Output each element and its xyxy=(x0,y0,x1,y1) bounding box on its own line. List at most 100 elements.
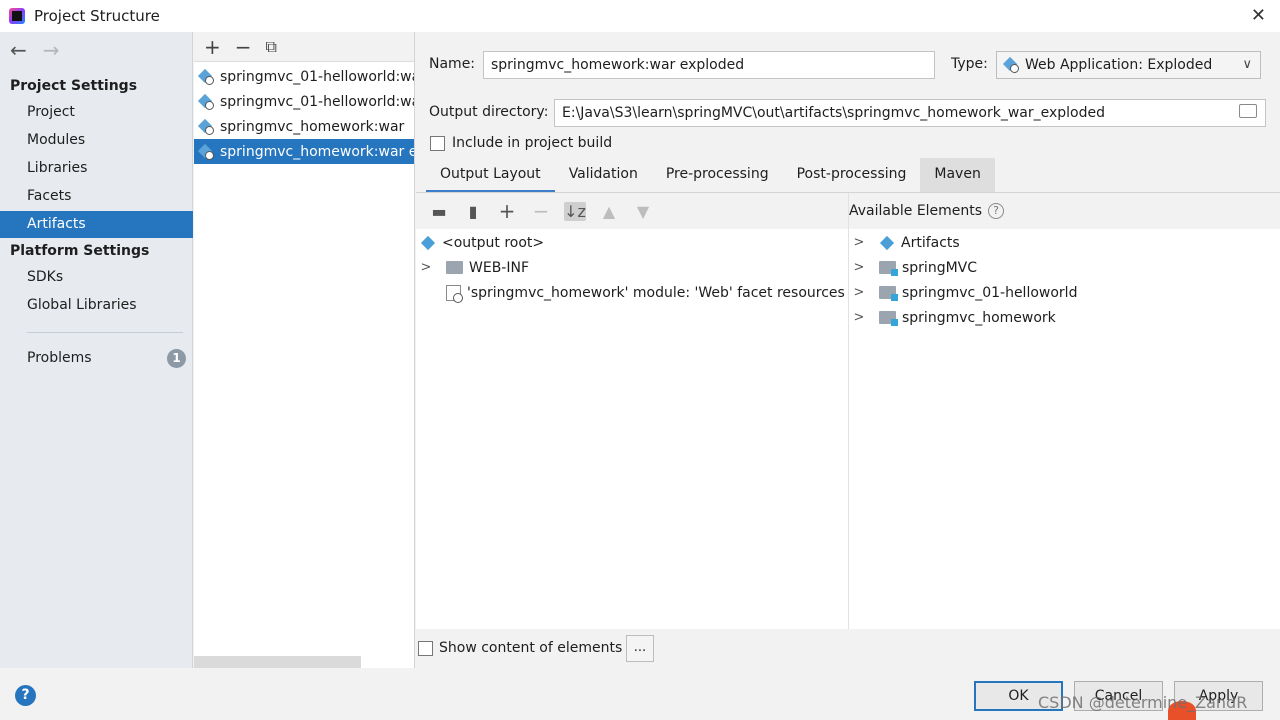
output-layout-area: ▬ ▮ + − ↓z ▲ ▼ Available Elements ? <out… xyxy=(416,193,1280,629)
artifact-item[interactable]: springmvc_01-helloworld:war xyxy=(194,64,415,89)
output-root-row[interactable]: <output root> xyxy=(420,230,544,255)
nav-item-project[interactable]: Project xyxy=(0,99,193,126)
help-icon[interactable]: ? xyxy=(15,685,36,706)
problems-label: Problems xyxy=(27,350,92,366)
close-icon[interactable]: ✕ xyxy=(1251,5,1266,26)
artifact-list: springmvc_01-helloworld:war springmvc_01… xyxy=(194,64,415,164)
output-root-label: <output root> xyxy=(442,234,545,251)
horizontal-scrollbar[interactable] xyxy=(194,656,361,668)
output-directory-value: E:\Java\S3\learn\springMVC\out\artifacts… xyxy=(562,105,1105,121)
nav-item-modules[interactable]: Modules xyxy=(0,127,193,154)
nav-item-global-libraries[interactable]: Global Libraries xyxy=(0,292,193,319)
nav-divider xyxy=(27,332,183,333)
move-down-icon[interactable]: ▼ xyxy=(632,202,654,221)
output-directory-field[interactable]: E:\Java\S3\learn\springMVC\out\artifacts… xyxy=(554,99,1266,127)
nav-item-artifacts[interactable]: Artifacts xyxy=(0,211,193,238)
tree-row-facet-resources[interactable]: 'springmvc_homework' module: 'Web' facet… xyxy=(446,280,845,305)
tab-validation[interactable]: Validation xyxy=(555,158,652,193)
available-elements-header: Available Elements ? xyxy=(849,193,1280,229)
remove-icon[interactable]: − xyxy=(530,199,552,223)
web-artifact-icon xyxy=(198,69,214,85)
tab-post-processing[interactable]: Post-processing xyxy=(783,158,921,193)
chevron-down-icon: ∨ xyxy=(1242,57,1252,72)
artifact-label: springmvc_homework:war exploded xyxy=(220,143,414,160)
artifact-item[interactable]: springmvc_homework:war xyxy=(194,114,414,139)
type-value: Web Application: Exploded xyxy=(1025,57,1213,73)
artifact-editor: Name: springmvc_homework:war exploded Ty… xyxy=(416,32,1280,668)
artifacts-icon xyxy=(879,235,895,251)
web-facet-icon xyxy=(446,284,463,303)
available-label: Artifacts xyxy=(901,234,960,251)
name-label: Name: xyxy=(429,56,476,72)
nav-item-facets[interactable]: Facets xyxy=(0,183,193,210)
tab-maven[interactable]: Maven xyxy=(920,158,995,193)
help-icon[interactable]: ? xyxy=(988,203,1005,219)
more-options-button[interactable]: ... xyxy=(626,635,654,662)
web-artifact-icon xyxy=(1003,57,1019,73)
module-icon xyxy=(879,261,898,276)
platform-settings-header: Platform Settings xyxy=(10,243,150,259)
title-bar: Project Structure ✕ xyxy=(0,0,1280,32)
layout-toolbar: ▬ ▮ + − ↓z ▲ ▼ xyxy=(416,193,848,229)
artifact-label: springmvc_01-helloworld:war xyxy=(220,68,415,85)
nav-item-problems[interactable]: Problems 1 xyxy=(0,345,193,372)
chevron-right-icon[interactable]: > xyxy=(849,285,869,300)
add-icon[interactable]: + xyxy=(204,37,221,57)
csdn-watermark: CSDN @determine_ZandR xyxy=(1038,693,1248,712)
available-label: springMVC xyxy=(902,259,978,276)
available-row-module[interactable]: > springmvc_homework xyxy=(849,305,1056,330)
available-elements-title: Available Elements xyxy=(849,203,983,219)
artifact-item-selected[interactable]: springmvc_homework:war exploded xyxy=(194,139,414,164)
window-title: Project Structure xyxy=(34,7,160,25)
chevron-right-icon[interactable]: > xyxy=(849,310,869,325)
problems-count-badge: 1 xyxy=(167,349,186,368)
folder-icon xyxy=(446,261,463,274)
available-row-module[interactable]: > springMVC xyxy=(849,255,977,280)
tree-label: WEB-INF xyxy=(469,259,529,276)
available-row-artifacts[interactable]: > Artifacts xyxy=(849,230,960,255)
name-field[interactable]: springmvc_homework:war exploded xyxy=(483,51,935,79)
tab-pre-processing[interactable]: Pre-processing xyxy=(652,158,783,193)
browse-folder-icon[interactable] xyxy=(1239,104,1257,118)
nav-history: ← → xyxy=(10,38,60,62)
output-root-icon xyxy=(420,235,436,251)
project-settings-header: Project Settings xyxy=(10,78,138,94)
include-in-build-checkbox[interactable] xyxy=(430,136,445,151)
chevron-right-icon[interactable]: > xyxy=(849,260,869,275)
copy-icon[interactable]: ⧉ xyxy=(266,38,277,55)
chevron-right-icon[interactable]: > xyxy=(416,260,436,275)
type-dropdown[interactable]: Web Application: Exploded ∨ xyxy=(996,51,1261,79)
nav-item-libraries[interactable]: Libraries xyxy=(0,155,193,182)
nav-item-sdks[interactable]: SDKs xyxy=(0,264,193,291)
editor-tabs: Output Layout Validation Pre-processing … xyxy=(426,158,995,193)
artifact-toolbar: + − ⧉ xyxy=(194,32,414,62)
tab-output-layout[interactable]: Output Layout xyxy=(426,158,555,193)
web-artifact-icon xyxy=(198,144,214,160)
artifact-item[interactable]: springmvc_01-helloworld:war exploded xyxy=(194,89,415,114)
web-artifact-icon xyxy=(198,94,214,110)
artifact-label: springmvc_01-helloworld:war exploded xyxy=(220,93,415,110)
layout-options-bar: Show content of elements ... xyxy=(416,629,1280,668)
module-icon xyxy=(879,286,898,301)
chevron-right-icon[interactable]: > xyxy=(849,235,869,250)
move-up-icon[interactable]: ▲ xyxy=(598,202,620,221)
settings-nav: ← → Project Settings Project Modules Lib… xyxy=(0,32,193,668)
remove-icon[interactable]: − xyxy=(235,37,252,57)
available-label: springmvc_homework xyxy=(902,309,1056,326)
create-archive-icon[interactable]: ▮ xyxy=(462,202,484,221)
tree-label: 'springmvc_homework' module: 'Web' facet… xyxy=(467,284,845,301)
show-content-checkbox[interactable] xyxy=(418,641,433,656)
artifact-label: springmvc_homework:war xyxy=(220,118,405,135)
show-content-label: Show content of elements xyxy=(439,640,623,656)
available-row-module[interactable]: > springmvc_01-helloworld xyxy=(849,280,1077,305)
forward-arrow-icon[interactable]: → xyxy=(43,38,60,62)
sort-icon[interactable]: ↓z xyxy=(564,201,586,221)
web-artifact-icon xyxy=(198,119,214,135)
back-arrow-icon[interactable]: ← xyxy=(10,38,27,62)
available-label: springmvc_01-helloworld xyxy=(902,284,1078,301)
include-in-build-label: Include in project build xyxy=(452,135,613,151)
tree-row-web-inf[interactable]: > WEB-INF xyxy=(416,255,529,280)
module-icon xyxy=(879,311,898,326)
add-copy-icon[interactable]: + xyxy=(496,199,518,223)
new-directory-icon[interactable]: ▬ xyxy=(428,202,450,221)
